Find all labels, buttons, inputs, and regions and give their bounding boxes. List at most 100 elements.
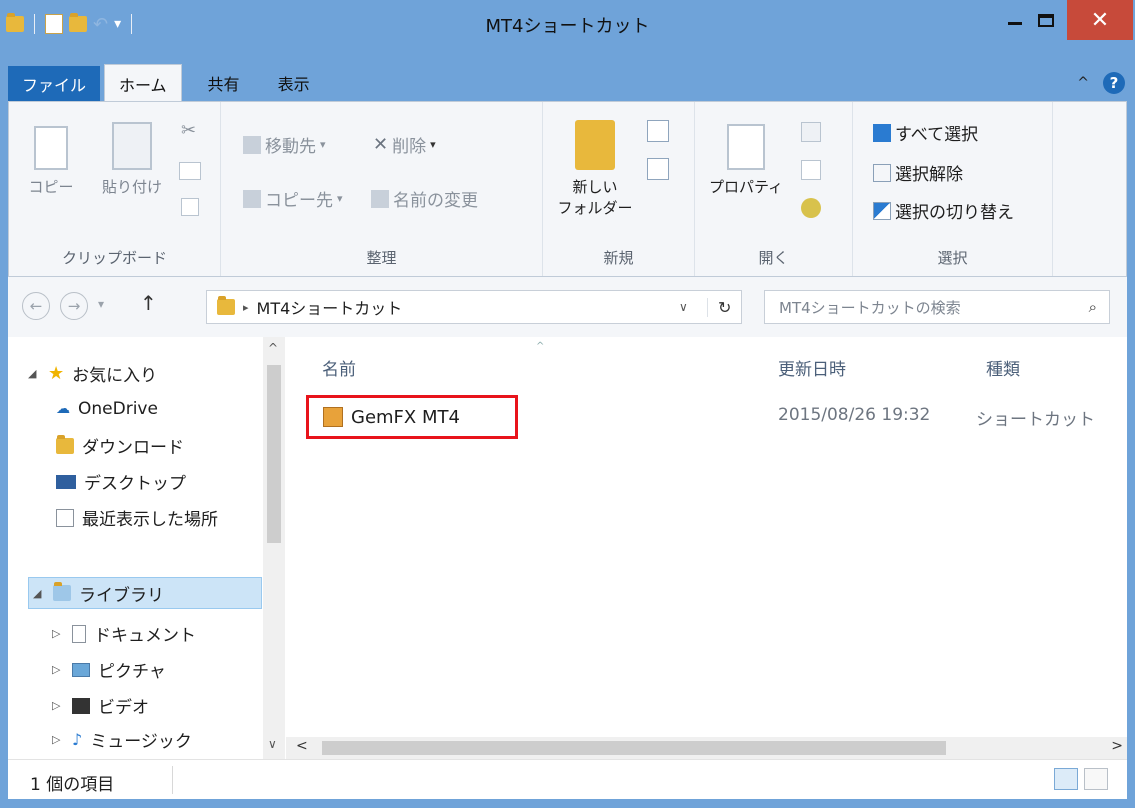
- column-header-date[interactable]: 更新日時: [778, 355, 846, 380]
- select-all-label: すべて選択: [895, 125, 979, 145]
- tab-share[interactable]: 共有: [194, 64, 254, 102]
- select-none-label: 選択解除: [895, 165, 963, 185]
- nav-desktop[interactable]: デスクトップ: [56, 469, 186, 494]
- expand-icon[interactable]: ▷: [52, 663, 64, 676]
- select-all-button[interactable]: すべて選択: [873, 120, 978, 145]
- copy-to-button[interactable]: コピー先 ▾: [243, 186, 343, 211]
- navpane-scrollbar[interactable]: ^ ∨: [263, 337, 285, 759]
- history-icon[interactable]: [801, 198, 821, 218]
- tab-view[interactable]: 表示: [264, 64, 324, 102]
- paste-button[interactable]: 貼り付け: [97, 122, 167, 197]
- details-view-button[interactable]: [1054, 768, 1078, 790]
- clipboard-group-label: クリップボード: [61, 249, 167, 267]
- address-bar[interactable]: ▸ MT4ショートカット ∨ ↻: [206, 290, 742, 324]
- new-folder-icon: [575, 120, 615, 170]
- column-header-name[interactable]: 名前: [322, 355, 356, 380]
- nav-downloads[interactable]: ダウンロード: [56, 433, 184, 458]
- videos-icon: [72, 697, 90, 714]
- navigation-bar: ← → ▾ ↑ ▸ MT4ショートカット ∨ ↻ MT4ショートカットの検索 ⌕: [8, 277, 1127, 337]
- scroll-right-icon[interactable]: >: [1111, 738, 1123, 754]
- horizontal-scrollbar-thumb[interactable]: [322, 741, 946, 755]
- recent-locations-icon[interactable]: ▾: [98, 297, 104, 311]
- copy-button[interactable]: コピー: [21, 126, 81, 197]
- tab-home[interactable]: ホーム: [104, 64, 182, 102]
- nav-videos[interactable]: ▷ ビデオ: [52, 693, 149, 718]
- nav-music-label: ミュージック: [90, 732, 192, 752]
- file-row[interactable]: GemFX MT4 2015/08/26 19:32 ショートカット: [286, 395, 1127, 439]
- paste-label: 貼り付け: [101, 178, 162, 196]
- expand-icon[interactable]: ▷: [52, 733, 64, 746]
- nav-favorites-label: お気に入り: [72, 366, 158, 386]
- cut-icon[interactable]: ✂: [181, 120, 196, 141]
- scroll-down-icon[interactable]: ∨: [268, 737, 277, 751]
- easy-access-icon[interactable]: [647, 158, 669, 180]
- highlighted-file[interactable]: GemFX MT4: [306, 395, 518, 439]
- library-icon: [53, 582, 71, 601]
- up-button[interactable]: ↑: [140, 291, 157, 315]
- address-dropdown-icon[interactable]: ∨: [679, 300, 688, 314]
- delete-button[interactable]: ✕ 削除 ▾: [373, 132, 436, 157]
- scroll-left-icon[interactable]: <: [296, 738, 308, 754]
- documents-icon: [72, 624, 86, 643]
- copy-to-label: コピー先: [265, 191, 333, 211]
- file-type: ショートカット: [976, 410, 1095, 430]
- nav-favorites[interactable]: ◢ ★ お気に入り: [28, 361, 157, 386]
- breadcrumb-arrow-icon: ▸: [243, 300, 249, 314]
- minimize-button[interactable]: [1000, 0, 1030, 40]
- ribbon: コピー 貼り付け ✂ クリップボード 移動先 ▾ ✕ 削除 ▾ コピー先 ▾ 名…: [8, 101, 1127, 277]
- clipboard-group: コピー 貼り付け ✂ クリップボード: [9, 102, 221, 276]
- invert-selection-icon: [873, 201, 891, 220]
- expand-icon[interactable]: ▷: [52, 699, 64, 712]
- nav-music[interactable]: ▷ ♪ ミュージック: [52, 727, 192, 752]
- refresh-icon[interactable]: ↻: [707, 297, 731, 317]
- organize-group: 移動先 ▾ ✕ 削除 ▾ コピー先 ▾ 名前の変更 整理: [221, 102, 543, 276]
- select-none-button[interactable]: 選択解除: [873, 160, 963, 185]
- nav-videos-label: ビデオ: [98, 698, 149, 718]
- new-folder-label-line1: 新しい: [572, 178, 618, 196]
- scrollbar-thumb[interactable]: [267, 365, 281, 543]
- nav-downloads-label: ダウンロード: [82, 438, 184, 458]
- nav-pictures[interactable]: ▷ ピクチャ: [52, 657, 166, 682]
- close-button[interactable]: ✕: [1067, 0, 1133, 40]
- nav-documents[interactable]: ▷ ドキュメント: [52, 621, 196, 646]
- scroll-up-icon[interactable]: ^: [268, 341, 278, 355]
- tab-file[interactable]: ファイル: [8, 66, 101, 102]
- select-group-label: 選択: [937, 249, 968, 267]
- nav-libraries[interactable]: ◢ ライブラリ: [28, 577, 262, 609]
- move-to-icon: [243, 135, 261, 154]
- window-title: MT4ショートカット: [485, 16, 650, 37]
- large-icons-view-button[interactable]: [1084, 768, 1108, 790]
- move-to-button[interactable]: 移動先 ▾: [243, 132, 326, 157]
- breadcrumb-current[interactable]: MT4ショートカット: [257, 295, 403, 319]
- downloads-icon: [56, 434, 74, 454]
- help-icon[interactable]: ?: [1103, 72, 1125, 94]
- nav-onedrive[interactable]: ☁ OneDrive: [56, 399, 158, 419]
- paste-shortcut-icon[interactable]: [181, 198, 199, 216]
- nav-recent[interactable]: 最近表示した場所: [56, 505, 218, 530]
- invert-selection-button[interactable]: 選択の切り替え: [873, 198, 1014, 223]
- file-list: 名前 ^ 更新日時 種類 GemFX MT4 2015/08/26 19:32 …: [286, 337, 1127, 759]
- column-header-type[interactable]: 種類: [986, 355, 1020, 380]
- status-bar: 1 個の項目: [8, 759, 1127, 799]
- forward-button[interactable]: →: [60, 292, 88, 320]
- search-input[interactable]: MT4ショートカットの検索 ⌕: [764, 290, 1110, 324]
- back-button[interactable]: ←: [22, 292, 50, 320]
- maximize-button[interactable]: [1030, 0, 1062, 40]
- copy-path-icon[interactable]: [179, 162, 201, 180]
- properties-icon: [727, 124, 765, 170]
- expand-icon[interactable]: ◢: [33, 587, 45, 600]
- new-item-icon[interactable]: [647, 120, 669, 142]
- open-icon[interactable]: [801, 122, 821, 142]
- nav-recent-label: 最近表示した場所: [82, 510, 218, 530]
- new-folder-button[interactable]: 新しい フォルダー: [557, 120, 633, 218]
- minimize-ribbon-icon[interactable]: ^: [1077, 75, 1089, 91]
- horizontal-scrollbar[interactable]: < >: [286, 737, 1127, 759]
- properties-button[interactable]: プロパティ: [703, 124, 789, 197]
- nav-desktop-label: デスクトップ: [84, 474, 186, 494]
- expand-icon[interactable]: ▷: [52, 627, 64, 640]
- expand-icon[interactable]: ◢: [28, 367, 40, 380]
- edit-icon[interactable]: [801, 160, 821, 180]
- ribbon-tabs: ファイル ホーム 共有 表示: [0, 64, 1135, 102]
- content-area: ◢ ★ お気に入り ☁ OneDrive ダウンロード デスクトップ 最近表示し…: [8, 337, 1127, 759]
- rename-button[interactable]: 名前の変更: [371, 186, 478, 211]
